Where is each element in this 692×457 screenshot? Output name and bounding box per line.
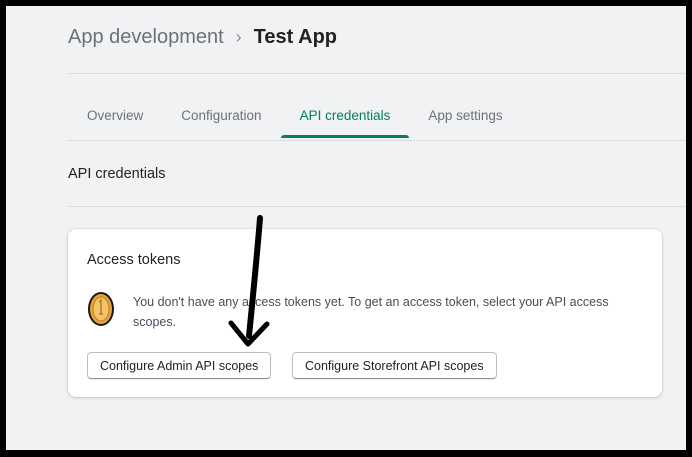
header-divider (68, 73, 686, 74)
tabs-divider (68, 140, 686, 141)
breadcrumb-parent-link[interactable]: App development (68, 26, 224, 49)
card-title: Access tokens (87, 252, 181, 268)
tab-app-settings[interactable]: App settings (409, 98, 521, 137)
tab-api-credentials[interactable]: API credentials (280, 98, 410, 138)
section-title: API credentials (68, 166, 166, 182)
access-tokens-card: Access tokens You don't have any access … (68, 229, 662, 397)
breadcrumb: App development › Test App (68, 26, 337, 49)
tab-bar: Overview Configuration API credentials A… (68, 98, 522, 138)
chevron-right-icon: › (235, 27, 242, 47)
no-tokens-message: You don't have any access tokens yet. To… (133, 295, 609, 329)
section-divider (68, 206, 686, 207)
configure-admin-api-scopes-button[interactable]: Configure Admin API scopes (87, 352, 272, 379)
coin-icon (88, 292, 114, 326)
tab-overview[interactable]: Overview (68, 98, 162, 137)
page-title: Test App (253, 26, 338, 48)
tab-configuration[interactable]: Configuration (162, 98, 280, 137)
configure-storefront-api-scopes-button[interactable]: Configure Storefront API scopes (292, 352, 497, 379)
app-window: App development › Test App Overview Conf… (6, 6, 686, 450)
